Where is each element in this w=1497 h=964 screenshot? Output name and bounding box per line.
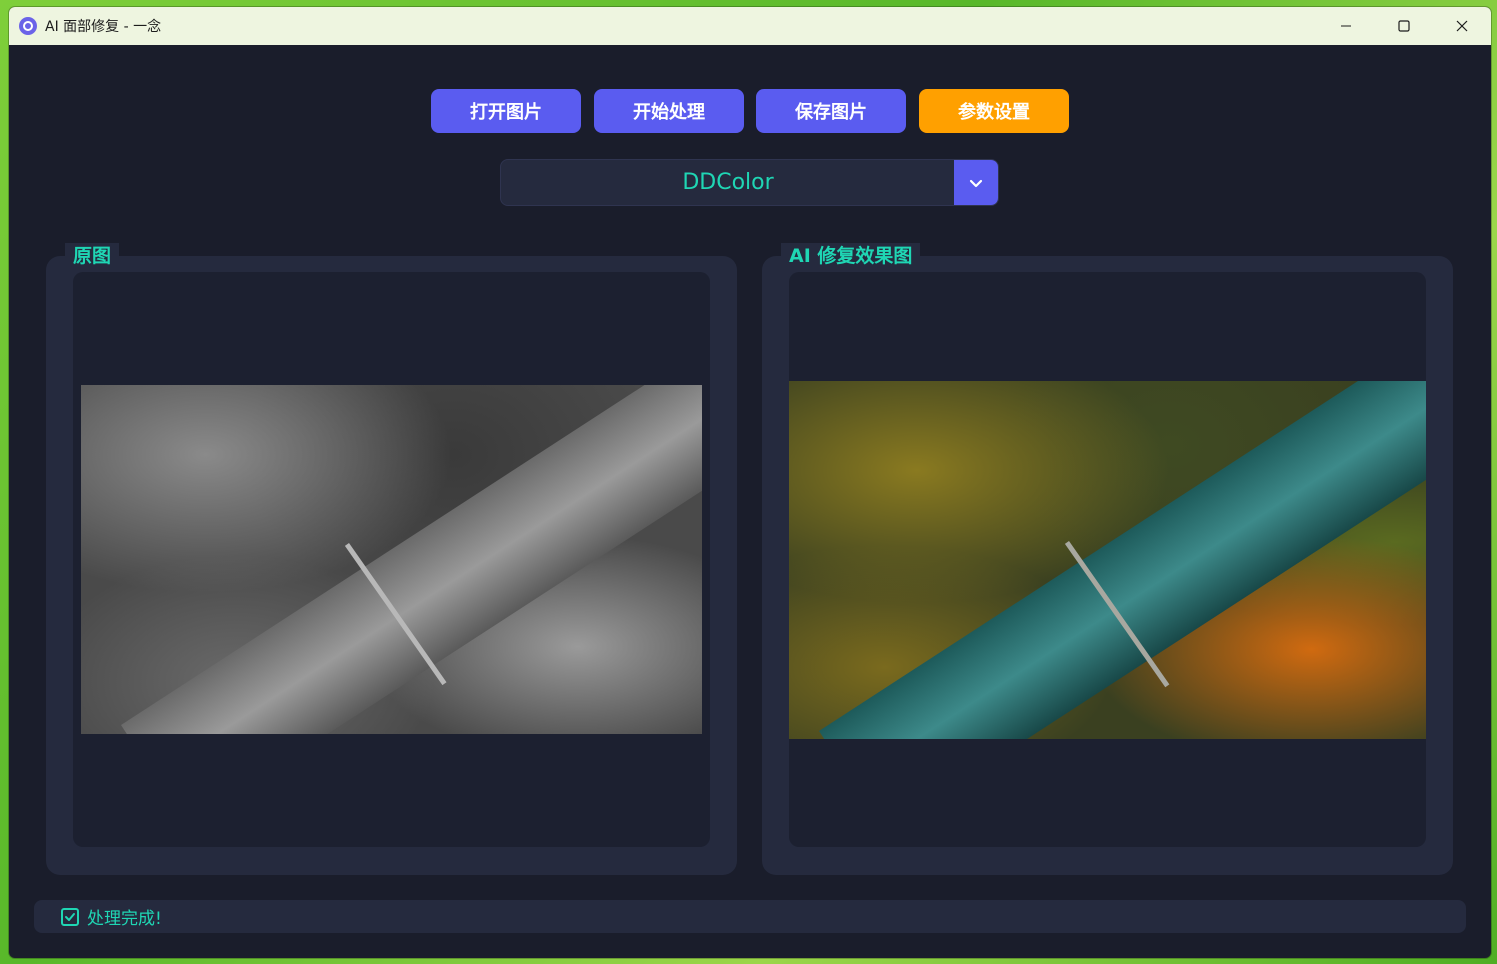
result-image xyxy=(789,381,1426,739)
save-image-button[interactable]: 保存图片 xyxy=(756,89,906,133)
minimize-button[interactable] xyxy=(1317,7,1375,45)
status-bar: 处理完成! xyxy=(34,900,1466,933)
toolbar: 打开图片 开始处理 保存图片 参数设置 xyxy=(9,89,1491,133)
settings-button[interactable]: 参数设置 xyxy=(919,89,1069,133)
result-panel-title: AI 修复效果图 xyxy=(781,243,921,269)
close-icon xyxy=(1456,20,1468,32)
close-button[interactable] xyxy=(1433,7,1491,45)
status-text: 处理完成! xyxy=(87,909,162,929)
maximize-button[interactable] xyxy=(1375,7,1433,45)
window-title: AI 面部修复 - 一念 xyxy=(45,19,162,35)
checkbox-check-icon xyxy=(61,907,79,926)
model-select-dropdown-button[interactable] xyxy=(954,160,998,205)
minimize-icon xyxy=(1341,25,1351,27)
result-image-view xyxy=(789,272,1426,847)
original-image-panel: 原图 xyxy=(46,243,737,875)
open-image-button[interactable]: 打开图片 xyxy=(431,89,581,133)
model-select-value: DDColor xyxy=(682,170,774,195)
title-bar[interactable]: AI 面部修复 - 一念 xyxy=(9,7,1491,45)
app-window: AI 面部修复 - 一念 打开图片 开始处理 保存图片 参数设置 DDColor… xyxy=(9,7,1491,958)
original-image xyxy=(81,385,702,734)
start-process-button[interactable]: 开始处理 xyxy=(594,89,744,133)
original-panel-title: 原图 xyxy=(65,243,120,269)
app-logo-icon xyxy=(19,17,37,35)
result-image-panel: AI 修复效果图 xyxy=(762,243,1453,875)
chevron-down-icon xyxy=(969,179,983,187)
original-image-view xyxy=(73,272,710,847)
window-controls xyxy=(1317,7,1491,45)
maximize-icon xyxy=(1398,20,1410,32)
model-select[interactable]: DDColor xyxy=(500,159,999,206)
